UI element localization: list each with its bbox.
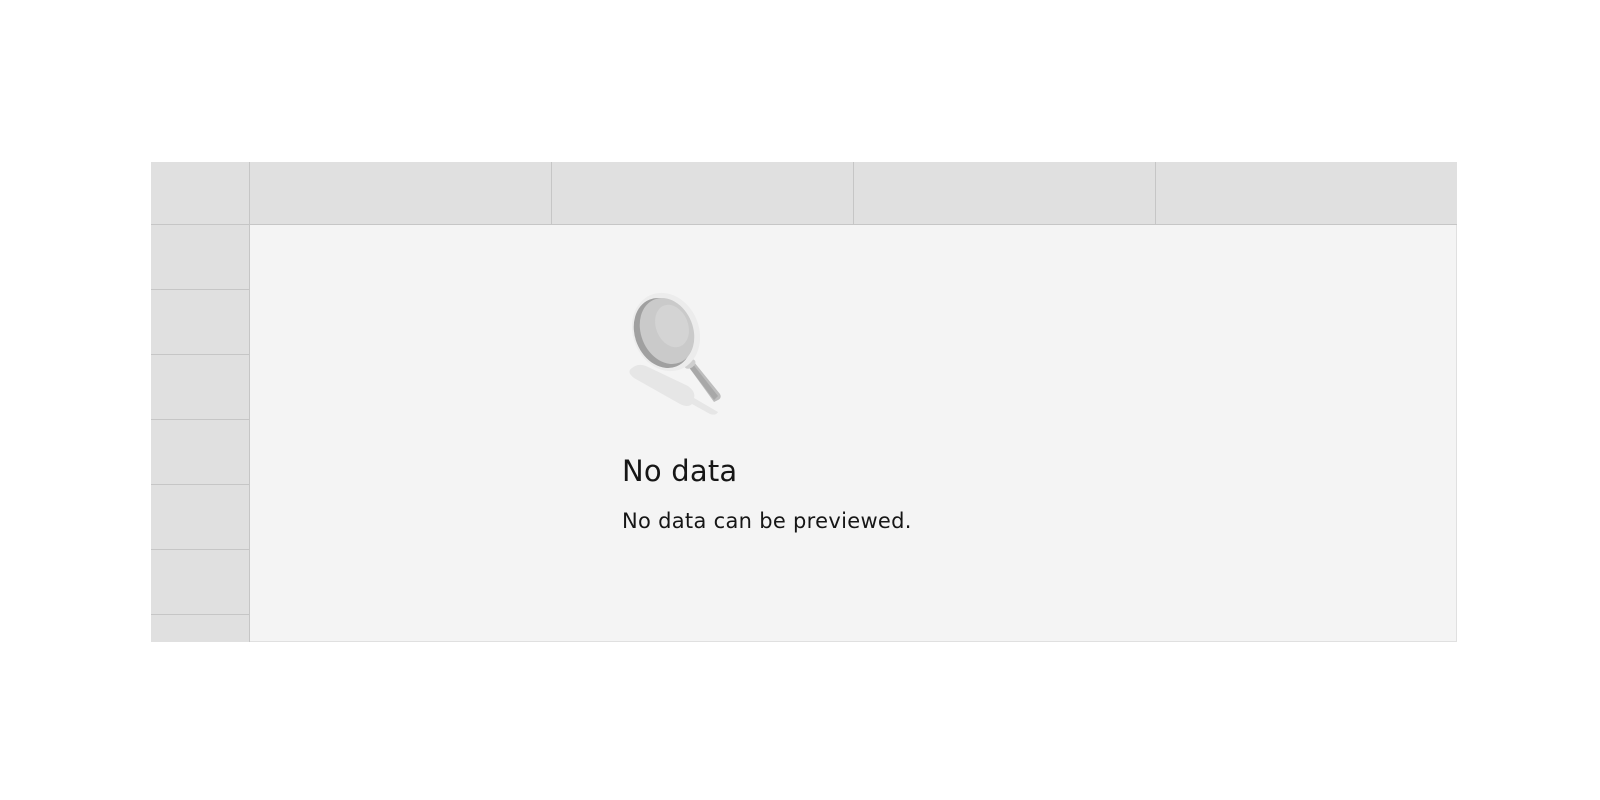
row-header (151, 420, 250, 485)
magnifying-glass-icon (629, 292, 721, 415)
row-header (151, 615, 250, 642)
row-header (151, 290, 250, 355)
column-header (250, 162, 552, 225)
row-header (151, 225, 250, 290)
empty-state-subtitle: No data can be previewed. (622, 509, 912, 533)
data-grid: No data No data can be previewed. (151, 162, 1457, 642)
empty-state-title: No data (622, 454, 738, 488)
empty-state: No data No data can be previewed. (622, 290, 1122, 536)
column-header (854, 162, 1156, 225)
column-header-row (250, 162, 1457, 225)
grid-corner-cell (151, 162, 250, 225)
row-header (151, 485, 250, 550)
row-header (151, 550, 250, 615)
row-header-column (151, 225, 250, 642)
column-header (552, 162, 854, 225)
column-header (1156, 162, 1457, 225)
row-header (151, 355, 250, 420)
